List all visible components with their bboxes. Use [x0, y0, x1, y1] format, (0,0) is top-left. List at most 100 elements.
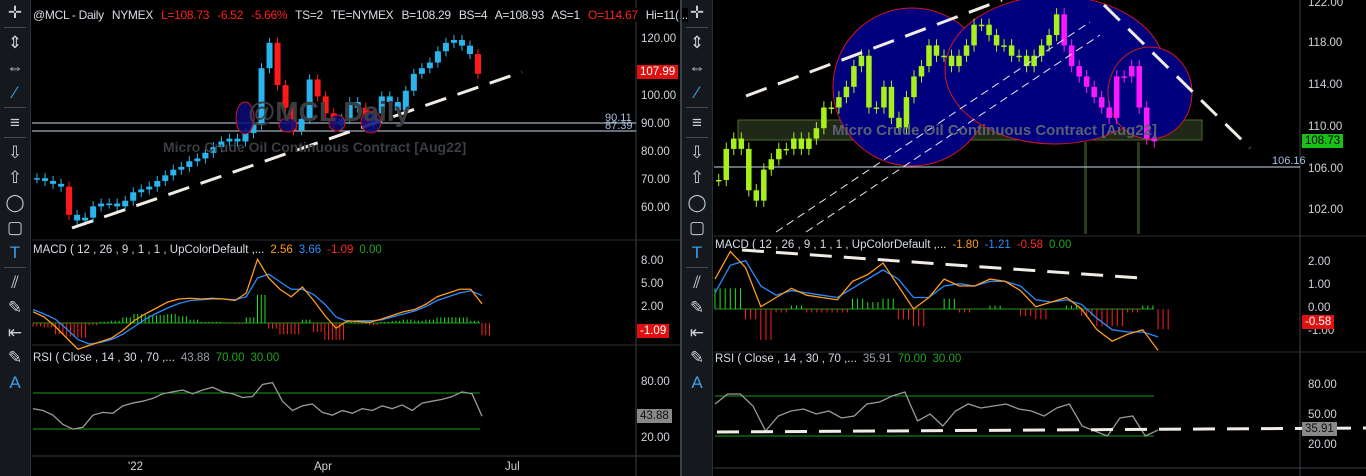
- rsi-support-line[interactable]: [716, 426, 1366, 434]
- price-candle: [266, 42, 273, 69]
- price-candle: [186, 161, 193, 167]
- price-candle: [458, 40, 465, 46]
- price-tick: 120.00: [641, 33, 677, 45]
- hline-label: 87.39: [605, 120, 633, 132]
- price-candle: [1121, 76, 1127, 78]
- price-candle: [761, 169, 767, 201]
- price-candle: [314, 79, 321, 97]
- rsi-oversold: 30.00: [250, 352, 280, 364]
- price-candle: [716, 179, 722, 182]
- rsi-label: RSI ( Close , 14 , 30 , 70 ,...: [33, 352, 175, 364]
- macd-badge: -0.58: [1302, 315, 1335, 329]
- hist-value: -0.58: [1016, 239, 1044, 251]
- price-candle: [106, 203, 113, 206]
- price-tick: 100.00: [641, 90, 677, 102]
- price-candle: [466, 45, 473, 55]
- price-candle: [948, 55, 955, 67]
- price-candle: [986, 24, 992, 36]
- macd-legend: MACD ( 12 , 26 , 9 , 1 , 1 , UpColorDefa…: [715, 239, 1077, 251]
- price-candle: [993, 35, 1000, 46]
- price-candle: [1091, 86, 1097, 98]
- window-divider[interactable]: [680, 0, 682, 476]
- macd-label: MACD ( 12 , 26 , 9 , 1 , 1 , UpColorDefa…: [715, 239, 947, 251]
- rsi-tick: 80.00: [641, 376, 670, 388]
- right-chart-window: ✛ ⇕ ⇔ ⁄ ≡ ⇩ ⇧ ◯ ▢ T ⫽ ✎ ⇤ ✎ A Micro Crud…: [682, 0, 1366, 476]
- price-candle: [1076, 66, 1082, 77]
- macd-tick: 0.00: [1308, 302, 1331, 314]
- price-tick: 102.00: [1308, 204, 1344, 216]
- volume-marker: [1084, 142, 1087, 234]
- price-candle: [828, 107, 835, 109]
- net-change: -6.52: [217, 8, 243, 22]
- price-candle: [154, 181, 161, 187]
- ask: A=108.93: [494, 8, 545, 22]
- macd-value: -1.80: [952, 239, 979, 251]
- price-candle: [178, 166, 185, 170]
- macd-tick: 5.00: [641, 278, 664, 290]
- price-candle: [926, 45, 932, 67]
- price-candle: [888, 86, 895, 118]
- price-candle: [34, 178, 41, 180]
- price-candle: [768, 159, 775, 170]
- price-tick: 70.00: [641, 174, 670, 186]
- price-candle: [98, 203, 105, 207]
- signal-value: -1.21: [984, 239, 1011, 251]
- price-candle: [933, 45, 940, 56]
- hist-value: -1.09: [327, 244, 354, 256]
- signal-value: 3.66: [298, 244, 322, 256]
- left-chart-canvas[interactable]: [0, 0, 680, 476]
- price-candle: [918, 66, 925, 77]
- price-candle: [791, 138, 797, 149]
- macd-divergence-line[interactable]: [741, 248, 1141, 280]
- price-candle: [58, 183, 65, 187]
- rsi-badge: 43.88: [637, 409, 672, 423]
- price-candle: [138, 189, 145, 193]
- macd-badge: -1.09: [637, 324, 670, 338]
- rsi-legend: RSI ( Close , 14 , 30 , 70 ,... 43.88 70.0…: [33, 352, 285, 364]
- price-candle: [783, 148, 790, 151]
- macd-signal-line: [714, 259, 1159, 338]
- macd-label: MACD ( 12 , 26 , 9 , 1 , 1 , UpColorDefa…: [33, 244, 265, 256]
- x-tick: Jul: [505, 461, 520, 473]
- price-candle: [1016, 55, 1022, 58]
- price-candle: [1031, 55, 1037, 67]
- price-candle: [978, 24, 985, 27]
- price-candle: [873, 107, 880, 109]
- right-chart-canvas[interactable]: [682, 0, 1366, 476]
- macd-tick: 2.00: [1308, 256, 1331, 268]
- price-candle: [74, 214, 81, 221]
- rsi-line: [32, 381, 483, 430]
- rsi-value: 35.91: [862, 353, 892, 365]
- price-candle: [130, 192, 137, 201]
- bid-size: BS=4: [458, 8, 488, 22]
- rsi-label: RSI ( Close , 14 , 30 , 70 ,...: [715, 353, 857, 365]
- macd-legend: MACD ( 12 , 26 , 9 , 1 , 1 , UpColorDefa…: [33, 244, 388, 256]
- macd-tick: 8.00: [641, 255, 664, 267]
- price-candle: [1008, 45, 1015, 56]
- rsi-tick: 20.00: [641, 432, 670, 444]
- price-candle: [971, 24, 977, 46]
- price-candle: [1136, 66, 1142, 108]
- price-tick: 106.00: [1308, 163, 1344, 175]
- ts: TS=2: [295, 8, 323, 22]
- price-candle: [753, 190, 760, 201]
- price-candle: [1113, 76, 1120, 118]
- price-candle: [723, 148, 730, 180]
- price-tick: 114.00: [1308, 79, 1343, 91]
- zero-value: 0.00: [1049, 239, 1072, 251]
- price-candle: [146, 186, 153, 190]
- ask-size: AS=1: [551, 8, 580, 22]
- price-tick: 80.00: [641, 146, 670, 158]
- hline-label: 106.16: [1272, 155, 1306, 167]
- rsi-overbought: 70.00: [215, 352, 245, 364]
- price-candle: [66, 186, 73, 215]
- price-candle: [170, 169, 177, 176]
- price-candle: [866, 55, 872, 108]
- price-candle: [813, 128, 820, 139]
- price-candle: [114, 203, 121, 207]
- price-candle: [911, 76, 917, 98]
- x-tick: '22: [128, 461, 143, 473]
- price-candle: [450, 40, 457, 43]
- price-candle: [122, 200, 129, 207]
- price-candle: [1053, 14, 1060, 36]
